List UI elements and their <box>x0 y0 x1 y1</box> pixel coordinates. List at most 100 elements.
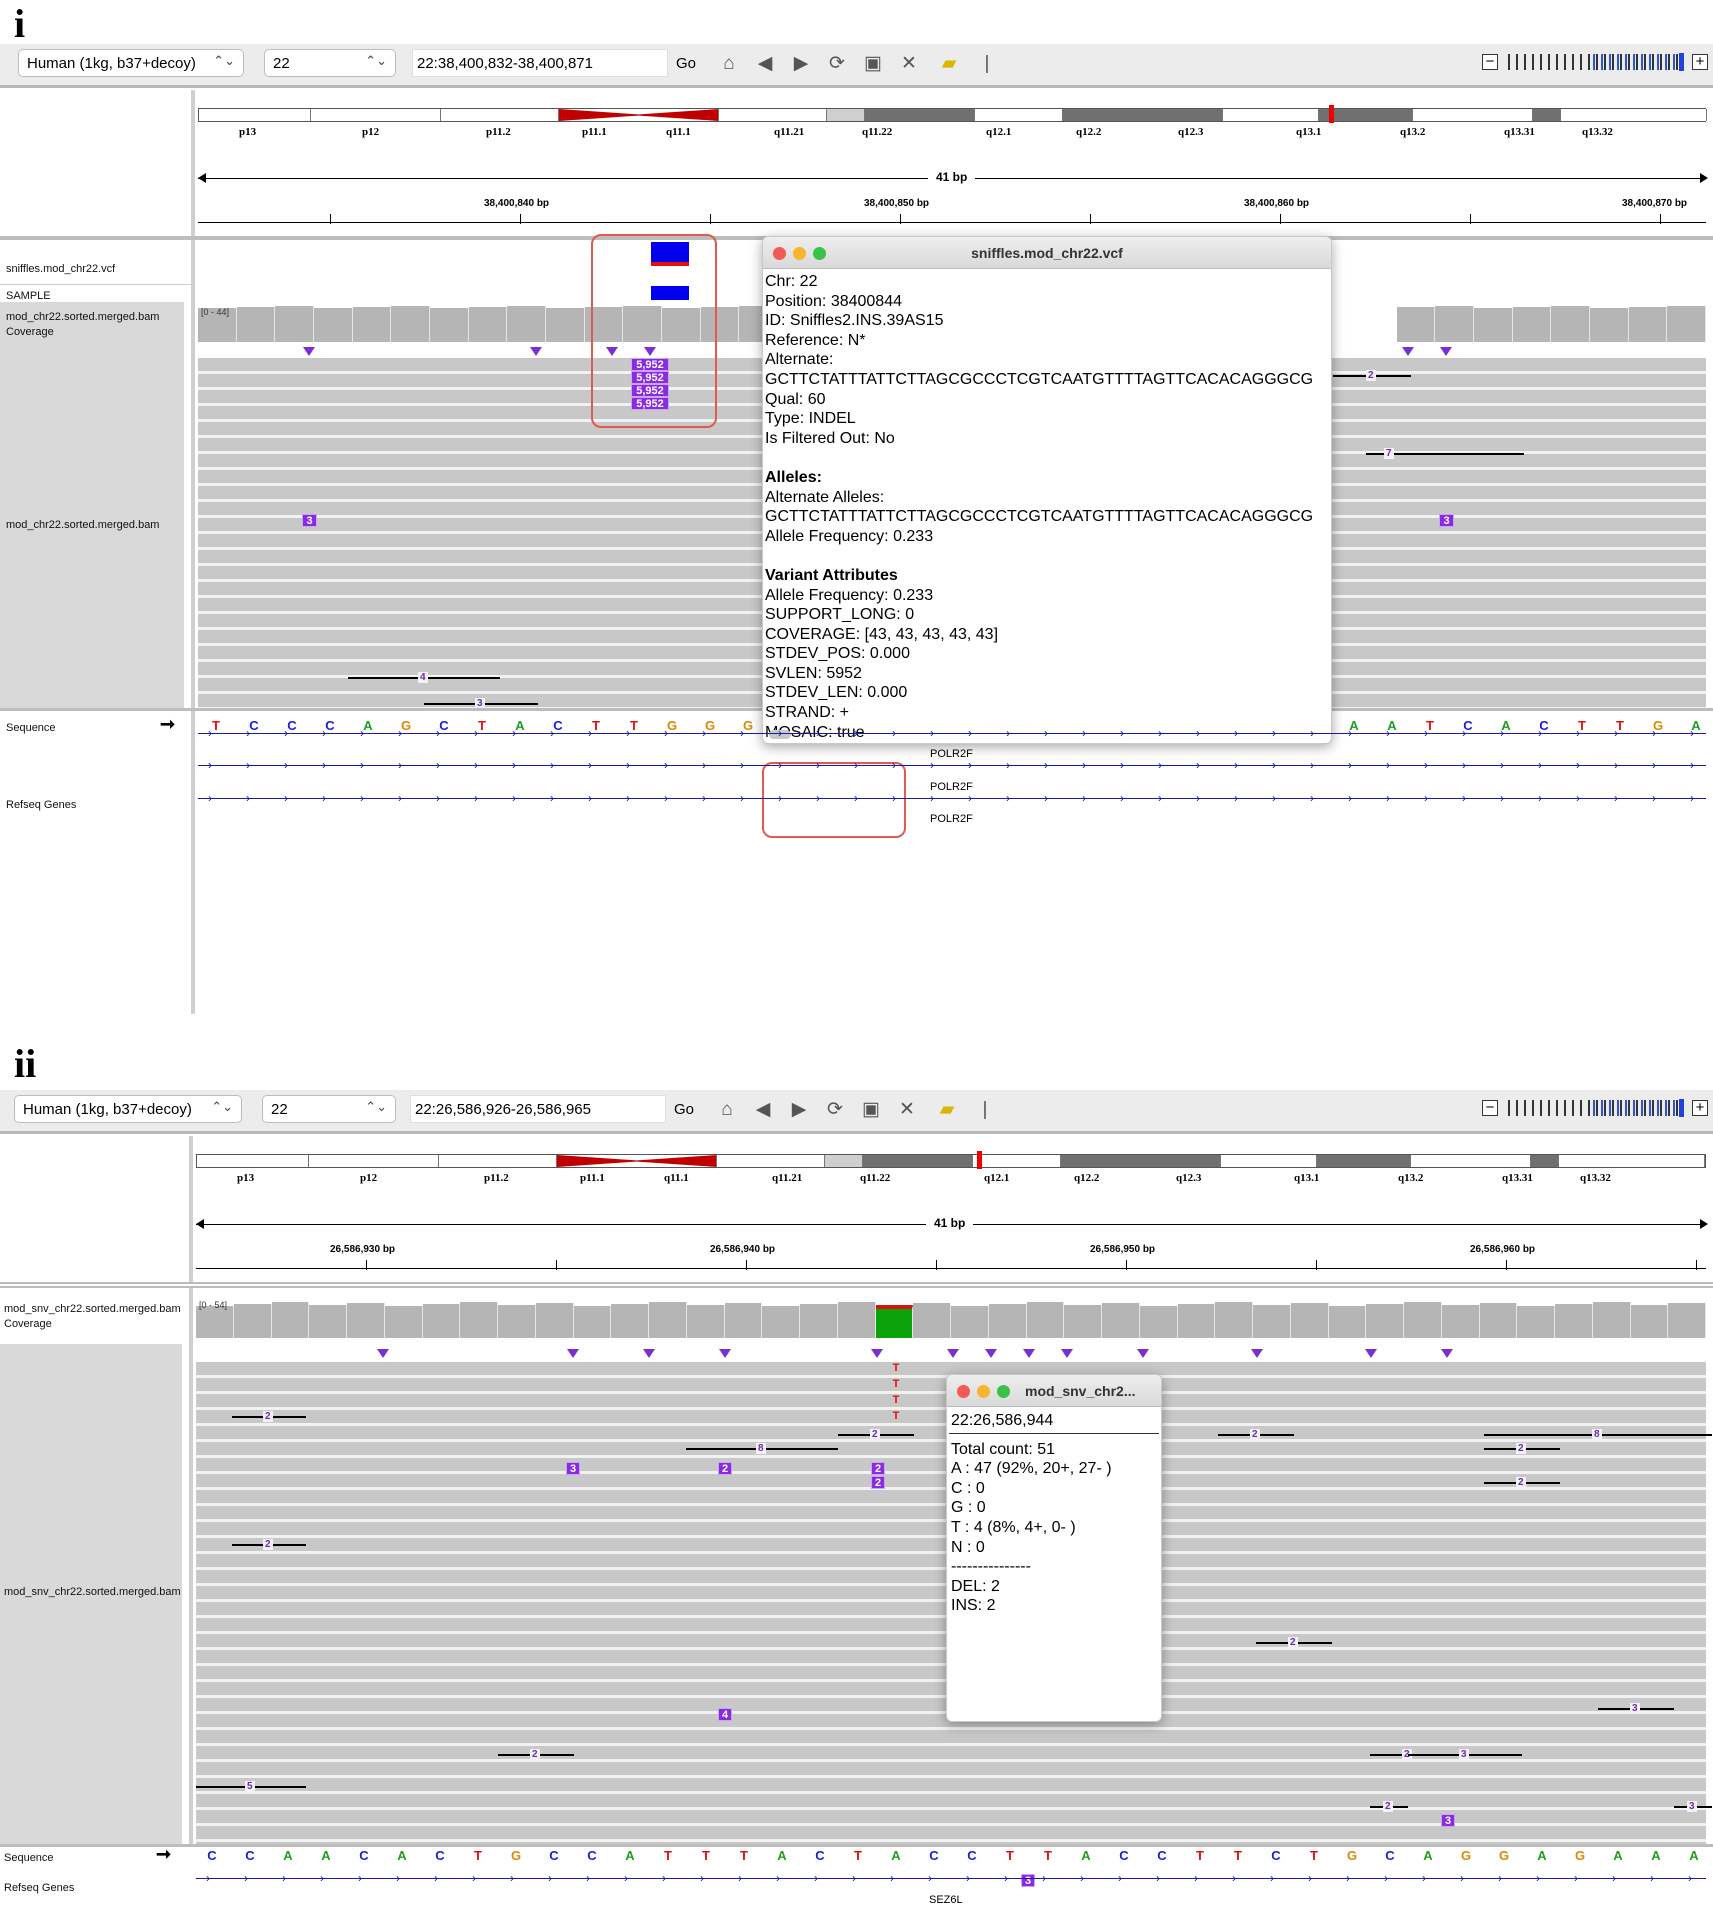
coverage-bar[interactable] <box>951 1306 989 1338</box>
coverage-bar[interactable] <box>1474 308 1513 342</box>
cytoband[interactable] <box>1561 109 1707 121</box>
coverage-bar[interactable] <box>1551 306 1590 342</box>
coverage-bar[interactable] <box>430 308 469 342</box>
coverage-bar[interactable] <box>271 1302 310 1338</box>
resize-icon[interactable]: ✕ <box>896 52 922 76</box>
cytoband[interactable] <box>1413 109 1533 121</box>
coverage-bar[interactable] <box>507 306 546 342</box>
insertion-label[interactable]: 2 <box>871 1462 885 1475</box>
resize-icon[interactable]: ✕ <box>894 1098 920 1122</box>
coverage-bar[interactable] <box>1290 1303 1329 1338</box>
home-icon[interactable]: ⌂ <box>714 1098 740 1122</box>
cytoband[interactable] <box>1533 109 1561 121</box>
coverage-bar[interactable] <box>686 1305 725 1338</box>
coverage-bar[interactable] <box>1512 307 1552 342</box>
insertion-triangle[interactable] <box>303 347 315 356</box>
sequence-track-label[interactable]: Sequence <box>4 1852 54 1864</box>
coverage-bar[interactable] <box>762 1306 800 1338</box>
insertion-triangle[interactable] <box>947 1349 959 1358</box>
coverage-bar[interactable] <box>1590 308 1629 342</box>
gene-line[interactable] <box>198 733 1706 734</box>
cytoband[interactable] <box>1531 1155 1559 1167</box>
cytoband[interactable] <box>309 1155 439 1167</box>
cytoband[interactable] <box>863 1155 973 1167</box>
coverage-bar[interactable] <box>1328 1306 1367 1338</box>
coverage-bar[interactable] <box>391 306 430 342</box>
insertion-triangle[interactable] <box>377 1349 389 1358</box>
coverage-bar[interactable] <box>1404 1302 1442 1338</box>
insertion-triangle[interactable] <box>719 1349 731 1358</box>
genome-select[interactable]: Human (1kg, b37+decoy) ⌃⌄ <box>14 1095 242 1123</box>
insertion-label[interactable]: 2 <box>871 1476 885 1489</box>
coverage-bar[interactable] <box>498 1305 536 1338</box>
cytoband[interactable] <box>1317 1155 1411 1167</box>
chromosome-select[interactable]: 22 ⌃⌄ <box>264 49 396 77</box>
insertion-triangle[interactable] <box>643 1349 655 1358</box>
chromosome-select[interactable]: 22 ⌃⌄ <box>262 1095 396 1123</box>
coverage-bar[interactable] <box>1667 306 1706 342</box>
coverage-bar[interactable] <box>611 1304 649 1338</box>
genes-track-label[interactable]: Refseq Genes <box>6 799 76 811</box>
allele-count-popup[interactable]: mod_snv_chr2... 22:26,586,944 Total coun… <box>946 1374 1162 1722</box>
coverage-bar[interactable] <box>352 307 392 342</box>
insertion-triangle[interactable] <box>1365 1349 1377 1358</box>
insertion-triangle[interactable] <box>871 1349 883 1358</box>
popup-info-icon[interactable]: ▰ <box>936 52 962 76</box>
insertion-triangle[interactable] <box>644 347 656 356</box>
cytoband[interactable] <box>199 109 311 121</box>
insertion-triangle[interactable] <box>1440 347 1452 356</box>
cytoband[interactable] <box>441 109 559 121</box>
bam-track-label[interactable]: mod_chr22.sorted.merged.bam <box>6 519 159 531</box>
cytoband[interactable] <box>825 1155 863 1167</box>
refresh-icon[interactable]: ⟳ <box>822 1098 848 1122</box>
coverage-bar[interactable] <box>384 1306 423 1338</box>
insertion-triangle[interactable] <box>1402 347 1414 356</box>
forward-arrow-icon[interactable]: ▶ <box>788 52 814 76</box>
refresh-icon[interactable]: ⟳ <box>824 52 850 76</box>
chromosome-ideogram[interactable] <box>198 105 1707 123</box>
minimize-icon[interactable] <box>977 1385 990 1398</box>
coverage-bar[interactable] <box>1435 306 1474 342</box>
snv-base[interactable]: T <box>890 1394 902 1406</box>
cytoband[interactable] <box>1559 1155 1705 1167</box>
insertion-triangle[interactable] <box>1061 1349 1073 1358</box>
coverage-bar[interactable] <box>546 308 585 342</box>
coverage-bar[interactable] <box>347 1303 385 1338</box>
panel-divider[interactable] <box>189 1136 193 1928</box>
zoom-slider[interactable] <box>1508 1099 1684 1117</box>
go-button[interactable]: Go <box>674 1101 694 1118</box>
coverage-bar[interactable] <box>1592 1302 1631 1338</box>
coverage-track[interactable] <box>196 1298 1706 1338</box>
cytoband[interactable] <box>439 1155 557 1167</box>
coverage-bar[interactable] <box>913 1303 951 1338</box>
coverage-bar[interactable] <box>800 1304 838 1338</box>
snv-base[interactable]: T <box>890 1362 902 1374</box>
coverage-track-label[interactable]: mod_chr22.sorted.merged.bam Coverage <box>6 310 186 340</box>
coverage-track-label[interactable]: mod_snv_chr22.sorted.merged.bam Coverage <box>4 1302 182 1334</box>
cytoband[interactable] <box>559 109 639 121</box>
insertion-label[interactable]: 4 <box>718 1708 732 1721</box>
bam-track-label[interactable]: mod_snv_chr22.sorted.merged.bam <box>4 1586 182 1598</box>
insertion-triangle[interactable] <box>1251 1349 1263 1358</box>
popup-title-bar[interactable]: mod_snv_chr2... <box>947 1375 1161 1407</box>
cytoband[interactable] <box>1061 1155 1221 1167</box>
cytoband[interactable] <box>973 1155 1061 1167</box>
locus-input[interactable]: 22:26,586,926-26,586,965 <box>410 1095 666 1123</box>
insertion-triangle[interactable] <box>1441 1349 1453 1358</box>
coverage-bar[interactable] <box>1215 1302 1253 1338</box>
cytoband[interactable] <box>717 1155 825 1167</box>
snv-base[interactable]: T <box>890 1378 902 1390</box>
coverage-bar[interactable] <box>1517 1306 1555 1338</box>
panel-divider[interactable] <box>191 90 195 1014</box>
coverage-bar[interactable] <box>724 1303 763 1338</box>
cytoband[interactable] <box>865 109 975 121</box>
insertion-label[interactable]: 3 <box>1441 1814 1455 1827</box>
cytoband[interactable] <box>1223 109 1319 121</box>
insertion-triangle[interactable] <box>606 347 618 356</box>
cytoband[interactable] <box>1221 1155 1317 1167</box>
cytoband[interactable] <box>639 109 719 121</box>
coverage-bar[interactable] <box>1630 1305 1669 1338</box>
close-icon[interactable] <box>773 247 786 260</box>
coverage-bar[interactable] <box>1441 1305 1480 1338</box>
coverage-bar[interactable] <box>1668 1303 1706 1338</box>
